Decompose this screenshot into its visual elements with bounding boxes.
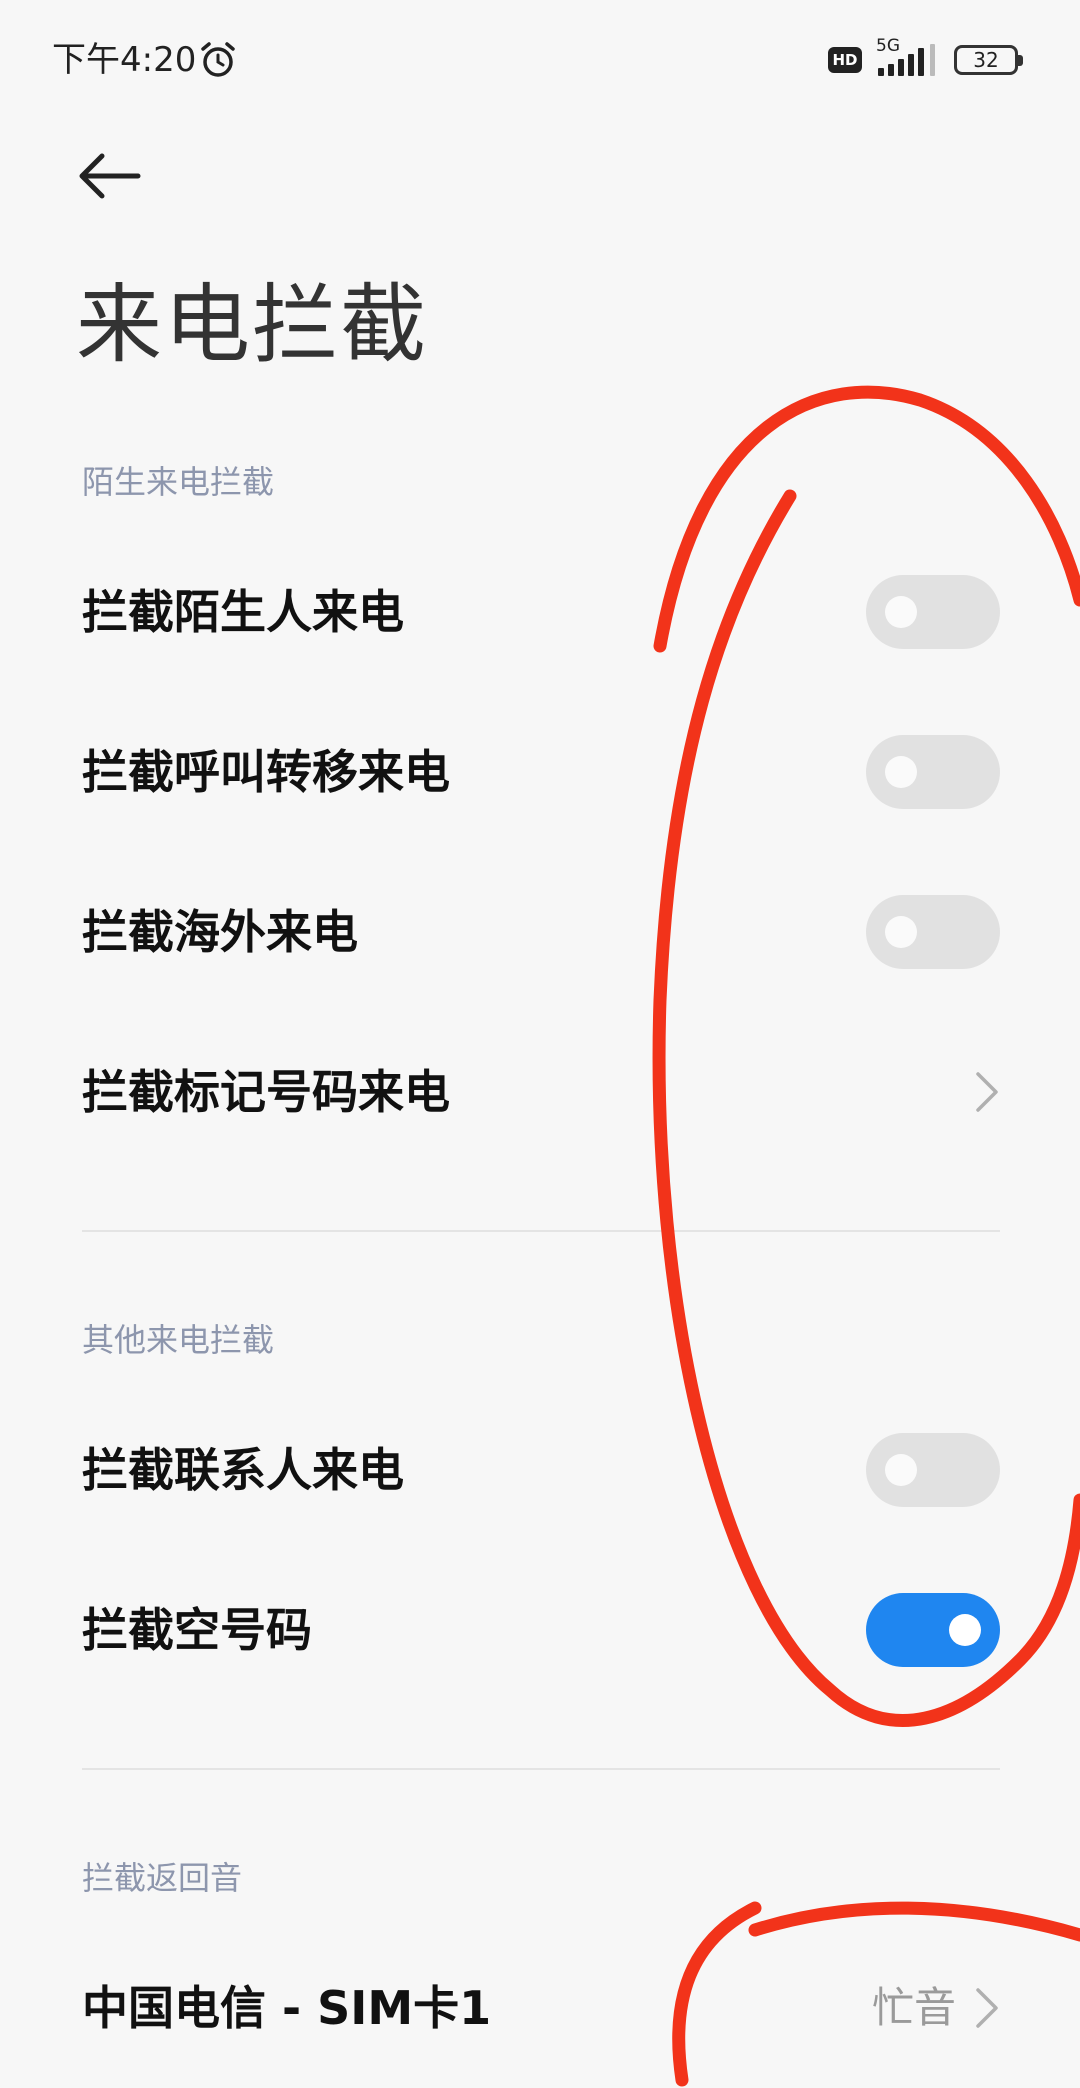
toggle-block-overseas-calls[interactable] <box>866 895 1000 969</box>
row-label: 拦截联系人来电 <box>82 1443 404 1497</box>
signal-icon <box>878 44 935 76</box>
row-label: 拦截标记号码来电 <box>82 1065 450 1119</box>
section-header-stranger-calls: 陌生来电拦截 <box>82 463 275 501</box>
page-title: 来电拦截 <box>76 275 428 375</box>
toggle-knob <box>885 1454 917 1486</box>
row-label: 拦截空号码 <box>82 1603 312 1657</box>
row-block-marked-numbers[interactable]: 拦截标记号码来电 <box>0 1012 1080 1172</box>
toggle-block-empty-numbers[interactable] <box>866 1593 1000 1667</box>
status-bar: 下午4:20 HD 5G 32 <box>0 0 1080 120</box>
toggle-block-forwarded-calls[interactable] <box>866 735 1000 809</box>
toggle-knob <box>949 1614 981 1646</box>
chevron-right-icon <box>976 1072 998 1112</box>
toggle-block-contact-calls[interactable] <box>866 1433 1000 1507</box>
back-arrow-icon[interactable] <box>74 148 144 204</box>
status-time: 下午4:20 <box>52 40 197 80</box>
row-block-forwarded-calls[interactable]: 拦截呼叫转移来电 <box>0 692 1080 852</box>
row-block-stranger-calls[interactable]: 拦截陌生人来电 <box>0 532 1080 692</box>
toggle-knob <box>885 916 917 948</box>
return-tone-value: 忙音 <box>871 1983 956 2032</box>
alarm-icon <box>201 42 235 77</box>
row-return-tone-sim1[interactable]: 中国电信 - SIM卡1 忙音 <box>0 1928 1080 2088</box>
section-header-return-tone: 拦截返回音 <box>82 1859 243 1897</box>
row-label: 拦截海外来电 <box>82 905 358 959</box>
row-block-overseas-calls[interactable]: 拦截海外来电 <box>0 852 1080 1012</box>
toggle-block-stranger-calls[interactable] <box>866 575 1000 649</box>
toggle-knob <box>885 596 917 628</box>
row-block-empty-numbers[interactable]: 拦截空号码 <box>0 1550 1080 1710</box>
row-label: 拦截呼叫转移来电 <box>82 745 450 799</box>
call-blocking-screen: 下午4:20 HD 5G 32 来电拦截 陌生来电拦截 拦截陌生人来电 拦截呼叫… <box>0 0 1080 2088</box>
row-label: 拦截陌生人来电 <box>82 585 404 639</box>
row-label: 中国电信 - SIM卡1 <box>82 1981 492 2035</box>
chevron-right-icon <box>976 1988 998 2028</box>
section-header-other-calls: 其他来电拦截 <box>82 1321 275 1359</box>
battery-tip <box>1018 55 1023 66</box>
toggle-knob <box>885 756 917 788</box>
section-divider <box>82 1230 1000 1232</box>
section-divider <box>82 1768 1000 1770</box>
hd-badge: HD <box>828 47 862 73</box>
row-block-contact-calls[interactable]: 拦截联系人来电 <box>0 1390 1080 1550</box>
battery-icon: 32 <box>954 45 1018 75</box>
